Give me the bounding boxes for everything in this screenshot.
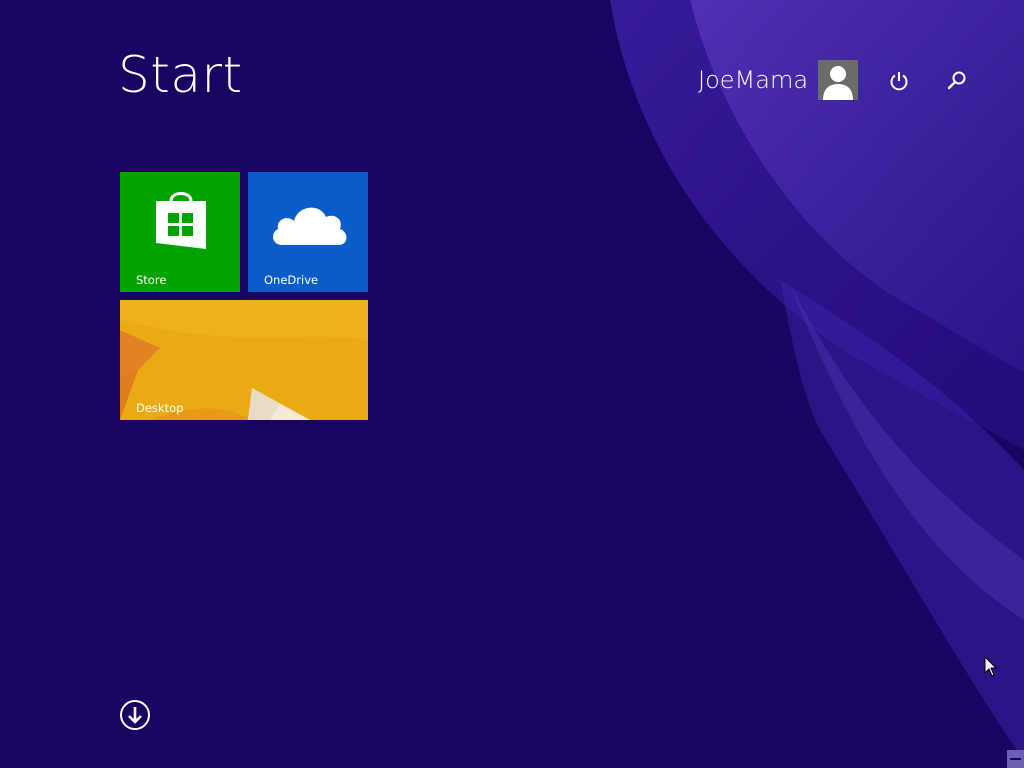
tile-onedrive-label: OneDrive: [264, 273, 319, 287]
tile-desktop-label: Desktop: [136, 401, 184, 415]
start-screen: Start JoeMama Store OneDrive Desktop: [0, 0, 1024, 768]
tile-onedrive[interactable]: OneDrive: [248, 172, 368, 292]
tile-desktop[interactable]: Desktop: [120, 300, 368, 420]
zoom-out-corner-button[interactable]: [1007, 750, 1024, 768]
user-name[interactable]: JoeMama: [698, 60, 808, 100]
power-button[interactable]: [884, 66, 914, 96]
power-icon: [890, 72, 908, 91]
search-icon: [947, 71, 966, 90]
user-account-area[interactable]: JoeMama: [698, 60, 859, 100]
user-silhouette-icon[interactable]: [818, 60, 859, 100]
cloud-icon: [273, 207, 347, 245]
store-bag-icon: [156, 192, 206, 249]
tile-store[interactable]: Store: [120, 172, 240, 292]
arrow-down-circle-icon: [120, 700, 150, 730]
page-title: Start: [118, 46, 243, 104]
tile-store-label: Store: [136, 273, 167, 287]
mouse-pointer-icon: [984, 656, 998, 677]
search-button[interactable]: [942, 66, 972, 96]
all-apps-button[interactable]: [119, 699, 151, 731]
